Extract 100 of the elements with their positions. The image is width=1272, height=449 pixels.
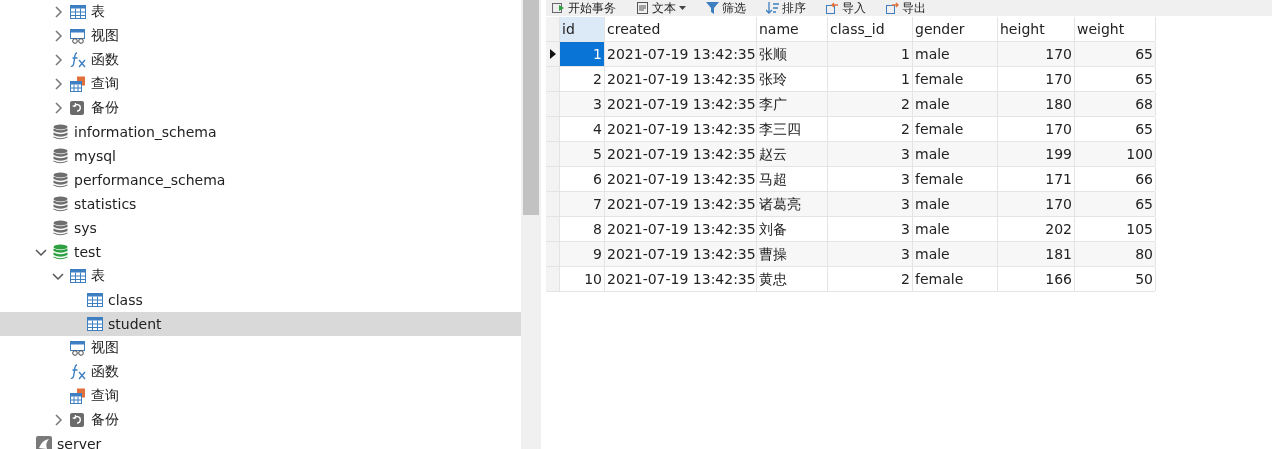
tree-item[interactable]: performance_schema: [74, 172, 226, 188]
column-header[interactable]: height: [998, 17, 1075, 41]
column-header[interactable]: id: [560, 17, 605, 41]
tree-item[interactable]: 函数: [91, 363, 119, 381]
tree-item[interactable]: 视图: [91, 339, 119, 357]
table-cell[interactable]: 50: [1075, 267, 1156, 291]
table-cell[interactable]: 黄忠: [757, 267, 828, 291]
table-cell[interactable]: 5: [560, 142, 605, 166]
chevron-right-icon[interactable]: [52, 54, 64, 66]
tree-item[interactable]: 查询: [91, 75, 119, 93]
tree-item[interactable]: 备份: [91, 99, 119, 117]
chevron-right-icon[interactable]: [52, 102, 64, 114]
table-cell[interactable]: 170: [998, 42, 1075, 66]
table-cell[interactable]: 诸葛亮: [757, 192, 828, 216]
table-cell[interactable]: 170: [998, 117, 1075, 141]
table-cell[interactable]: female: [913, 67, 998, 91]
table-cell[interactable]: 3: [828, 142, 913, 166]
table-cell[interactable]: male: [913, 242, 998, 266]
table-cell[interactable]: 8: [560, 217, 605, 241]
column-header[interactable]: created: [605, 17, 757, 41]
table-cell[interactable]: 1: [560, 42, 605, 66]
toolbar-button[interactable]: 开始事务: [550, 0, 618, 16]
column-header[interactable]: weight: [1075, 17, 1156, 41]
table-cell[interactable]: male: [913, 42, 998, 66]
table-cell[interactable]: 10: [560, 267, 605, 291]
table-cell[interactable]: male: [913, 192, 998, 216]
table-cell[interactable]: 2021-07-19 13:42:35: [605, 167, 757, 191]
table-cell[interactable]: 80: [1075, 242, 1156, 266]
table-cell[interactable]: 2021-07-19 13:42:35: [605, 267, 757, 291]
table-cell[interactable]: 171: [998, 167, 1075, 191]
table-cell[interactable]: 6: [560, 167, 605, 191]
table-cell[interactable]: 65: [1075, 192, 1156, 216]
tree-item[interactable]: server: [57, 436, 102, 449]
table-cell[interactable]: male: [913, 217, 998, 241]
scrollbar-thumb[interactable]: [523, 0, 539, 215]
column-header[interactable]: gender: [913, 17, 998, 41]
table-cell[interactable]: 2021-07-19 13:42:35: [605, 42, 757, 66]
table-cell[interactable]: 2: [828, 117, 913, 141]
table-cell[interactable]: 刘备: [757, 217, 828, 241]
tree-item[interactable]: class: [108, 292, 143, 308]
scrollbar[interactable]: [521, 0, 541, 449]
table-cell[interactable]: female: [913, 117, 998, 141]
table-cell[interactable]: 65: [1075, 67, 1156, 91]
table-cell[interactable]: 马超: [757, 167, 828, 191]
table-cell[interactable]: 1: [828, 67, 913, 91]
table-cell[interactable]: female: [913, 267, 998, 291]
tree-item[interactable]: information_schema: [74, 124, 217, 140]
tree-item[interactable]: statistics: [74, 196, 137, 212]
table-cell[interactable]: 李三四: [757, 117, 828, 141]
table-cell[interactable]: 100: [1075, 142, 1156, 166]
table-cell[interactable]: male: [913, 142, 998, 166]
table-cell[interactable]: 3: [560, 92, 605, 116]
tree-item[interactable]: 查询: [91, 387, 119, 405]
toolbar-button[interactable]: 导出: [884, 0, 928, 16]
chevron-right-icon[interactable]: [52, 414, 64, 426]
table-cell[interactable]: 199: [998, 142, 1075, 166]
table-cell[interactable]: 9: [560, 242, 605, 266]
table-cell[interactable]: 202: [998, 217, 1075, 241]
table-cell[interactable]: 105: [1075, 217, 1156, 241]
table-cell[interactable]: 2021-07-19 13:42:35: [605, 192, 757, 216]
tree-item[interactable]: 表: [91, 267, 105, 285]
table-cell[interactable]: 68: [1075, 92, 1156, 116]
tree-item[interactable]: 视图: [91, 27, 119, 45]
toolbar-button[interactable]: 导入: [824, 0, 868, 16]
table-cell[interactable]: 3: [828, 192, 913, 216]
table-cell[interactable]: 170: [998, 192, 1075, 216]
table-cell[interactable]: 张顺: [757, 42, 828, 66]
table-cell[interactable]: 2021-07-19 13:42:35: [605, 142, 757, 166]
table-cell[interactable]: 3: [828, 217, 913, 241]
table-cell[interactable]: 3: [828, 242, 913, 266]
table-cell[interactable]: 李广: [757, 92, 828, 116]
table-cell[interactable]: male: [913, 92, 998, 116]
table-cell[interactable]: 曹操: [757, 242, 828, 266]
chevron-right-icon[interactable]: [52, 78, 64, 90]
toolbar-button[interactable]: 筛选: [704, 0, 748, 16]
table-cell[interactable]: 张玲: [757, 67, 828, 91]
tree-item[interactable]: 备份: [91, 411, 119, 429]
toolbar-button[interactable]: 文本: [634, 0, 688, 16]
table-cell[interactable]: 2021-07-19 13:42:35: [605, 117, 757, 141]
tree-item[interactable]: test: [74, 244, 101, 260]
tree-item[interactable]: 表: [91, 3, 105, 21]
table-cell[interactable]: 2: [828, 92, 913, 116]
chevron-right-icon[interactable]: [52, 6, 64, 18]
table-cell[interactable]: 65: [1075, 117, 1156, 141]
table-cell[interactable]: 3: [828, 167, 913, 191]
chevron-down-icon[interactable]: [52, 270, 64, 282]
table-cell[interactable]: 赵云: [757, 142, 828, 166]
toolbar-button[interactable]: 排序: [764, 0, 808, 16]
column-header[interactable]: class_id: [828, 17, 913, 41]
table-cell[interactable]: 2: [560, 67, 605, 91]
tree-item[interactable]: mysql: [74, 148, 116, 164]
table-cell[interactable]: 2021-07-19 13:42:35: [605, 242, 757, 266]
chevron-down-icon[interactable]: [35, 246, 47, 258]
table-cell[interactable]: 1: [828, 42, 913, 66]
table-cell[interactable]: 181: [998, 242, 1075, 266]
table-cell[interactable]: 65: [1075, 42, 1156, 66]
column-header[interactable]: name: [757, 17, 828, 41]
tree-item[interactable]: 函数: [91, 51, 119, 69]
table-cell[interactable]: female: [913, 167, 998, 191]
table-cell[interactable]: 170: [998, 67, 1075, 91]
